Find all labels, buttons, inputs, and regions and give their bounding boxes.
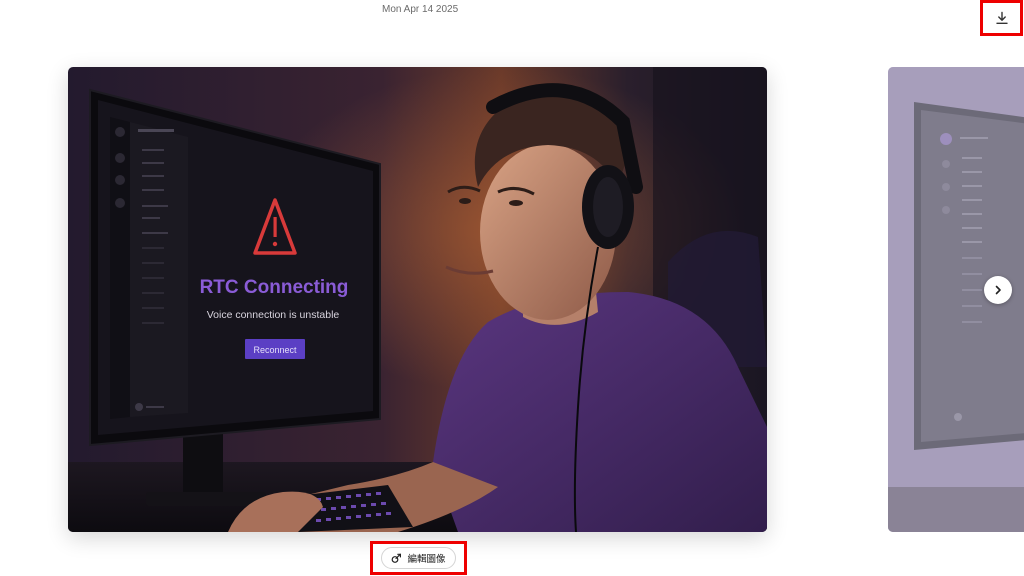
download-button[interactable] — [980, 0, 1023, 36]
screen-reconnect-button: Reconnect — [253, 345, 297, 355]
next-image-button[interactable] — [984, 276, 1012, 304]
image-date: Mon Apr 14 2025 — [382, 4, 459, 15]
edit-image-label: 編輯圖像 — [407, 554, 446, 565]
generated-image-canvas: RTC Connecting Voice connection is unsta… — [68, 67, 767, 532]
edit-image-button[interactable]: 編輯圖像 — [381, 547, 456, 569]
edit-image-icon — [392, 553, 402, 563]
screen-heading: RTC Connecting — [200, 277, 349, 298]
chevron-right-icon — [995, 285, 1001, 295]
screen-message: Voice connection is unstable — [207, 309, 340, 321]
generated-image[interactable]: RTC Connecting Voice connection is unsta… — [68, 67, 767, 532]
download-icon — [995, 11, 1008, 24]
edit-image-highlight: 編輯圖像 — [370, 541, 467, 575]
image-viewer: Mon Apr 14 2025 RTC Connecting Voice con… — [0, 0, 1024, 576]
